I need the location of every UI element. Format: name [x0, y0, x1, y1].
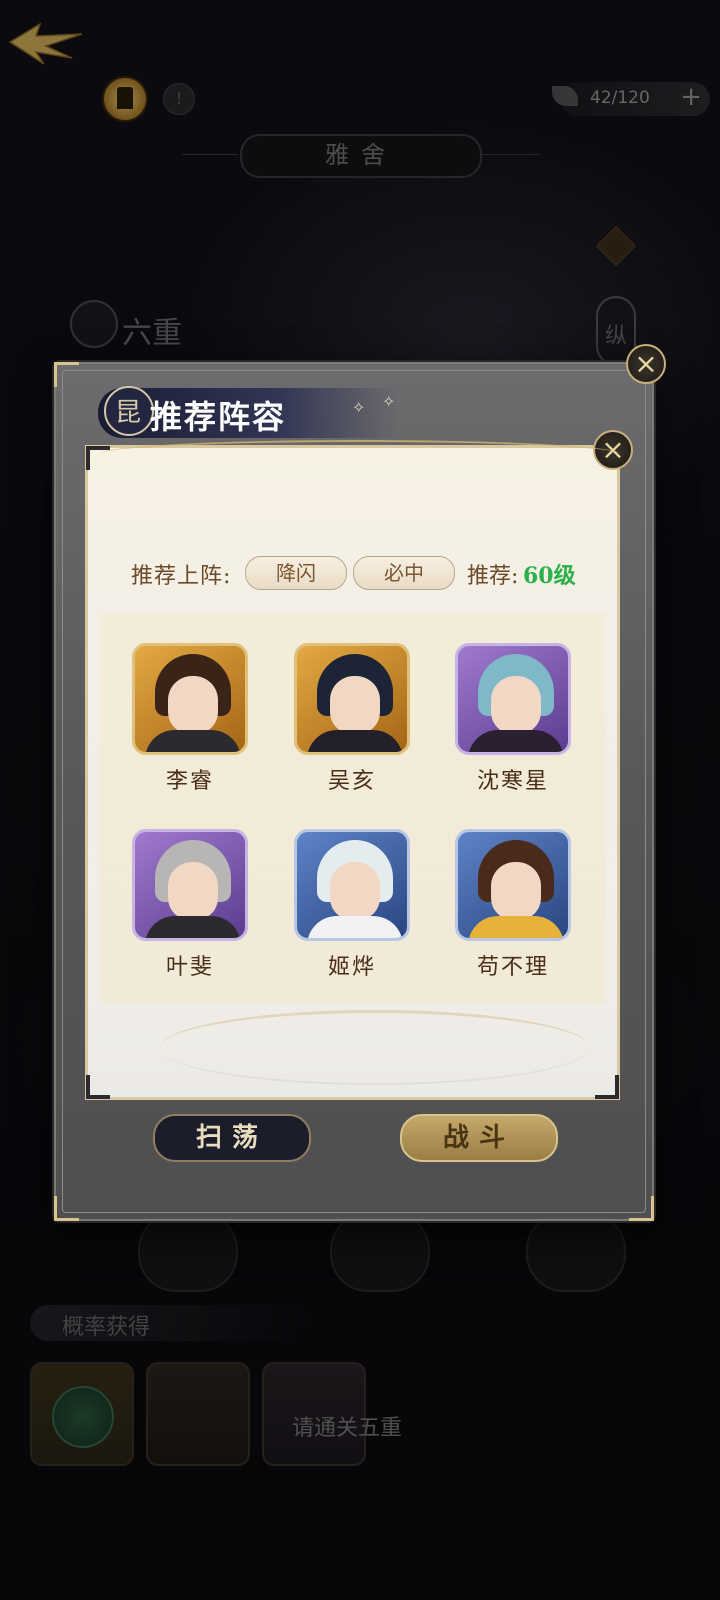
bird-icon: ✧ [352, 398, 366, 417]
hero-card[interactable]: 叶斐 [128, 829, 252, 980]
modal-title: 推荐阵容 [150, 398, 287, 436]
hero-portrait [132, 643, 248, 755]
hero-portrait [294, 643, 410, 755]
hero-portrait [294, 829, 410, 941]
sweep-button[interactable]: 扫荡 [153, 1114, 311, 1162]
recommend-level-value: 60级 [523, 563, 576, 589]
hero-card[interactable]: 苟不理 [451, 829, 575, 980]
bird-icon: ✧ [382, 392, 396, 411]
title-emblem-icon: 昆 [104, 386, 154, 436]
hero-portrait [132, 829, 248, 941]
hero-name: 李睿 [165, 769, 214, 794]
modal-close-button[interactable]: × [626, 344, 666, 384]
recommend-level-label: 推荐: [467, 564, 519, 589]
recommend-tag: 降闪 [245, 556, 347, 590]
hero-portrait [455, 643, 571, 755]
hero-card[interactable]: 姬烨 [290, 829, 414, 980]
recommend-tag: 必中 [353, 556, 455, 590]
hero-name: 吴亥 [327, 769, 376, 794]
hero-name: 沈寒星 [476, 769, 549, 794]
close-icon: × [634, 347, 658, 380]
cloud-ornament [160, 1010, 590, 1085]
hero-card[interactable]: 沈寒星 [451, 643, 575, 794]
hero-portrait [455, 829, 571, 941]
recommend-label: 推荐上阵: [131, 564, 232, 589]
title-emblem-glyph: 昆 [115, 398, 142, 428]
hero-card[interactable]: 李睿 [128, 643, 252, 794]
hero-name: 叶斐 [165, 955, 214, 980]
fight-button[interactable]: 战斗 [400, 1114, 558, 1162]
hero-name: 姬烨 [327, 955, 376, 980]
gold-swirl-ornament [100, 440, 620, 468]
hero-card[interactable]: 吴亥 [290, 643, 414, 794]
hero-name: 苟不理 [476, 955, 549, 980]
